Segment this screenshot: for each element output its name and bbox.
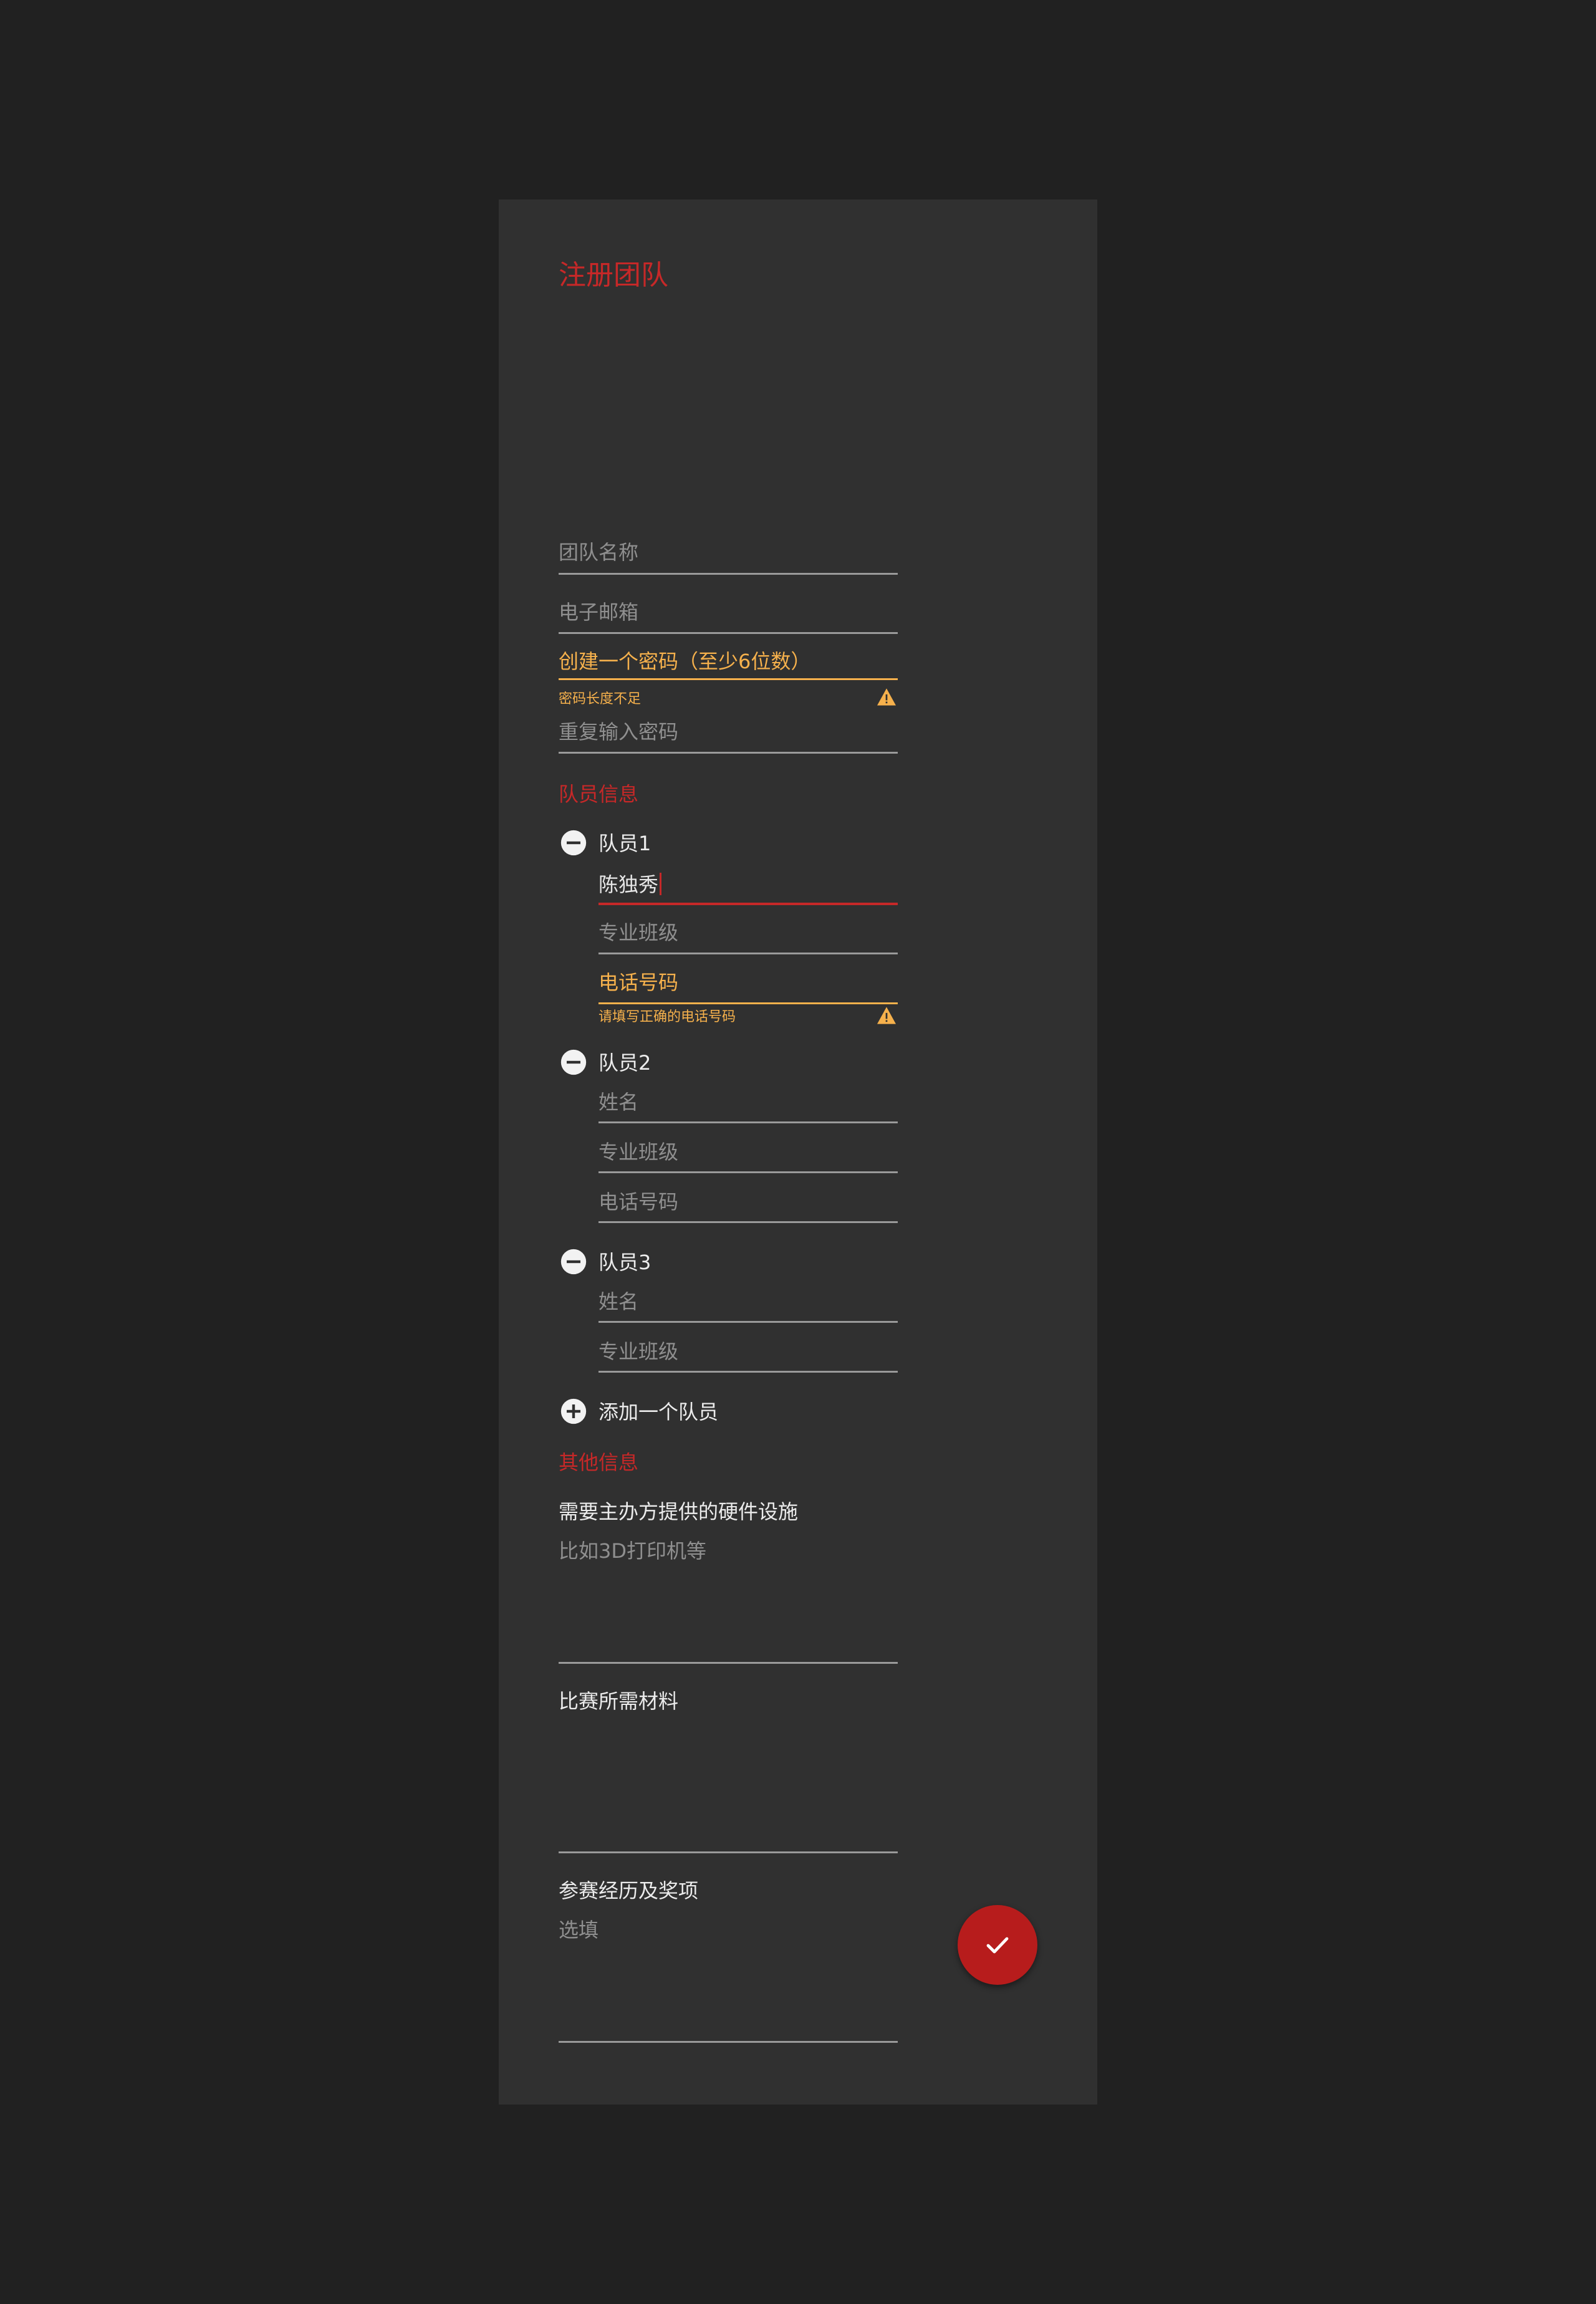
remove-member-1-icon[interactable] (560, 829, 587, 857)
member-2-label: 队员2 (598, 1051, 651, 1075)
member-1-major-field[interactable]: 专业班级 (598, 923, 678, 943)
member-1-label: 队员1 (598, 832, 651, 855)
check-icon (986, 1937, 1009, 1954)
member-2-name-underline (598, 1121, 898, 1123)
hardware-underline (559, 1662, 898, 1664)
materials-textarea[interactable] (559, 1727, 898, 1845)
member-1-phone-field[interactable]: 电话号码 (598, 972, 678, 992)
password-field[interactable]: 创建一个密码（至少6位数） (559, 651, 810, 671)
remove-member-3-icon[interactable] (560, 1248, 587, 1275)
remove-member-2-icon[interactable] (560, 1049, 587, 1076)
member-1-phone-underline (598, 1002, 898, 1004)
email-underline (559, 632, 898, 634)
member-1-phone-error-text: 请填写正确的电话号码 (598, 1009, 736, 1025)
hardware-textarea[interactable]: 比如3D打印机等 (559, 1541, 706, 1561)
member-3-name-field[interactable]: 姓名 (598, 1292, 638, 1312)
materials-underline (559, 1851, 898, 1853)
member-3-major-underline (598, 1371, 898, 1373)
member-2-phone-field[interactable]: 电话号码 (598, 1192, 678, 1212)
member-1-name-underline (598, 903, 898, 905)
member-3-name-underline (598, 1321, 898, 1323)
submit-button[interactable] (958, 1905, 1037, 1985)
experience-textarea[interactable]: 选填 (559, 1920, 598, 1940)
add-member-button[interactable]: 添加一个队员 (598, 1402, 718, 1422)
member-1-name-field[interactable]: 陈独秀 (598, 873, 662, 896)
other-section-title: 其他信息 (559, 1451, 639, 1474)
members-section-title: 队员信息 (559, 782, 639, 806)
repeat-password-underline (559, 752, 898, 754)
member-2-major-underline (598, 1171, 898, 1173)
password-error-text: 密码长度不足 (559, 691, 642, 707)
text-caret (660, 873, 662, 895)
member-3-major-field[interactable]: 专业班级 (598, 1342, 678, 1361)
add-member-icon[interactable] (560, 1398, 587, 1425)
experience-underline (559, 2041, 898, 2043)
repeat-password-field[interactable]: 重复输入密码 (559, 722, 678, 742)
hardware-label: 需要主办方提供的硬件设施 (559, 1500, 799, 1524)
page-title: 注册团队 (559, 259, 668, 291)
email-field[interactable]: 电子邮箱 (559, 602, 638, 622)
member-3-label: 队员3 (598, 1250, 651, 1274)
member-2-phone-underline (598, 1221, 898, 1223)
team-name-field[interactable]: 团队名称 (559, 542, 638, 562)
member-1-name-value: 陈独秀 (598, 873, 659, 896)
phone-warning-icon (877, 1007, 896, 1024)
team-name-underline (559, 573, 898, 575)
experience-label: 参赛经历及奖项 (559, 1879, 699, 1903)
registration-card: 注册团队 团队名称 电子邮箱 创建一个密码（至少6位数） 密码长度不足 重复输入… (499, 199, 1097, 2105)
member-2-name-field[interactable]: 姓名 (598, 1092, 638, 1112)
member-1-major-underline (598, 953, 898, 954)
materials-label: 比赛所需材料 (559, 1689, 679, 1713)
password-underline (559, 678, 898, 680)
member-2-major-field[interactable]: 专业班级 (598, 1142, 678, 1162)
password-warning-icon (877, 688, 896, 706)
